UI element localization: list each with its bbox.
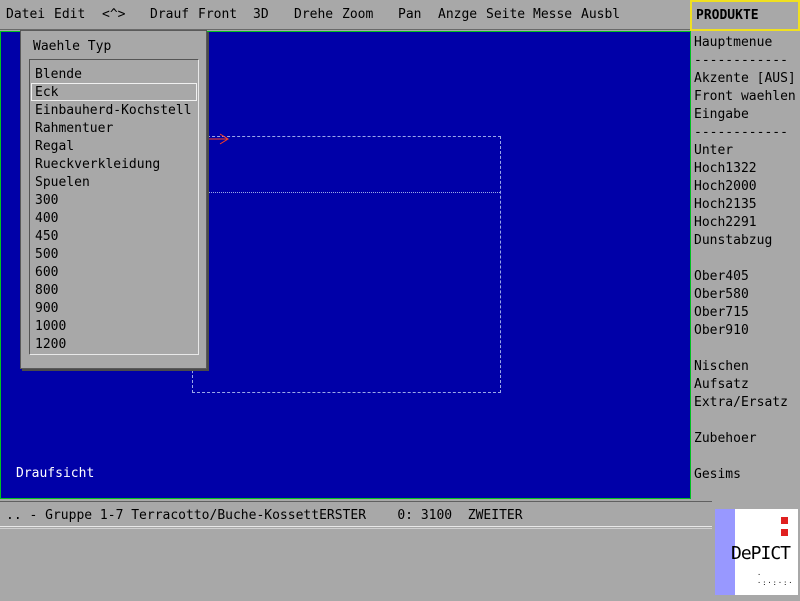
panel-separator: ------------ <box>694 53 788 68</box>
panel-item[interactable]: Unter <box>694 143 733 158</box>
panel-item[interactable]: Hoch1322 <box>694 161 757 176</box>
panel-separator: ------------ <box>694 125 788 140</box>
type-option[interactable]: 500 <box>31 245 197 263</box>
logo-dots: · ·:·:·:· <box>757 571 794 587</box>
menu-item-seite[interactable]: Seite <box>486 7 525 22</box>
menu-item-edit[interactable]: Edit <box>54 7 85 22</box>
type-option[interactable]: 1000 <box>31 317 197 335</box>
type-option[interactable]: Blende <box>31 65 197 83</box>
logo-text: DePICT <box>731 543 791 564</box>
menu-item-drehe[interactable]: Drehe <box>294 7 333 22</box>
logo-mark <box>781 529 788 536</box>
panel-item[interactable]: Ober580 <box>694 287 749 302</box>
menu-bar: Datei Edit <^> Drauf Front 3D Drehe Zoom Pan Anzg… <box>0 0 690 30</box>
panel-item[interactable]: Hoch2291 <box>694 215 757 230</box>
menu-item-ausbl[interactable]: Ausbl <box>581 7 620 22</box>
menu-item-drauf[interactable]: Drauf <box>150 7 189 22</box>
panel-item[interactable]: Eingabe <box>694 107 749 122</box>
selection-guide-line <box>193 192 500 193</box>
panel-item[interactable]: Nischen <box>694 359 749 374</box>
panel-item[interactable]: Hoch2135 <box>694 197 757 212</box>
panel-item[interactable]: Ober715 <box>694 305 749 320</box>
panel-item[interactable]: Front waehlen <box>694 89 796 104</box>
depict-logo: DePICT · ·:·:·:· <box>715 509 798 595</box>
panel-item[interactable]: Zubehoer <box>694 431 757 446</box>
type-option[interactable]: 800 <box>31 281 197 299</box>
panel-item[interactable]: Akzente [AUS] <box>694 71 796 86</box>
type-option[interactable]: 1200 <box>31 335 197 353</box>
menu-item-datei[interactable]: Datei <box>6 7 45 22</box>
dropdown-title: Waehle Typ <box>33 39 112 54</box>
type-option[interactable]: Rahmentuer <box>31 119 197 137</box>
type-option[interactable]: Spuelen <box>31 173 197 191</box>
panel-item[interactable]: Ober910 <box>694 323 749 338</box>
panel-item[interactable]: Hauptmenue <box>694 35 772 50</box>
type-option[interactable]: 600 <box>31 263 197 281</box>
type-option[interactable]: 450 <box>31 227 197 245</box>
menu-item-anzge[interactable]: Anzge <box>438 7 477 22</box>
product-panel: Hauptmenue ------------ Akzente [AUS] Front… <box>692 31 800 501</box>
type-option[interactable]: Eck <box>31 83 197 101</box>
type-option[interactable]: Regal <box>31 137 197 155</box>
type-select-dropdown[interactable]: Waehle Typ Blende Eck Einbauherd-Kochstell… <box>20 30 207 369</box>
selection-rectangle <box>192 136 501 393</box>
type-option[interactable]: 300 <box>31 191 197 209</box>
type-option[interactable]: Einbauherd-Kochstell <box>31 101 197 119</box>
status-bar: .. - Gruppe 1-7 Terracotto/Buche-Kossett… <box>0 501 712 527</box>
command-area[interactable] <box>0 528 712 601</box>
panel-item[interactable]: Gesims <box>694 467 741 482</box>
menu-item-up[interactable]: <^> <box>102 7 125 22</box>
panel-item[interactable]: Ober405 <box>694 269 749 284</box>
arrow-right-icon <box>207 133 229 145</box>
type-option[interactable]: 900 <box>31 299 197 317</box>
menu-item-zoom[interactable]: Zoom <box>342 7 373 22</box>
type-option[interactable]: Rueckverkleidung <box>31 155 197 173</box>
panel-item[interactable]: Dunstabzug <box>694 233 772 248</box>
logo-mark <box>781 517 788 524</box>
menu-item-pan[interactable]: Pan <box>398 7 421 22</box>
view-label: Draufsicht <box>16 466 95 481</box>
type-option[interactable]: 400 <box>31 209 197 227</box>
type-list[interactable]: Blende Eck Einbauherd-Kochstell Rahmentuer R… <box>29 59 199 355</box>
panel-title: PRODUKTE <box>690 0 800 31</box>
menu-item-front[interactable]: Front <box>198 7 237 22</box>
panel-item[interactable]: Aufsatz <box>694 377 749 392</box>
menu-item-3d[interactable]: 3D <box>253 7 269 22</box>
panel-item[interactable]: Hoch2000 <box>694 179 757 194</box>
menu-item-messe[interactable]: Messe <box>533 7 572 22</box>
panel-item[interactable]: Extra/Ersatz <box>694 395 788 410</box>
status-text: .. - Gruppe 1-7 Terracotto/Buche-Kossett… <box>6 508 523 523</box>
